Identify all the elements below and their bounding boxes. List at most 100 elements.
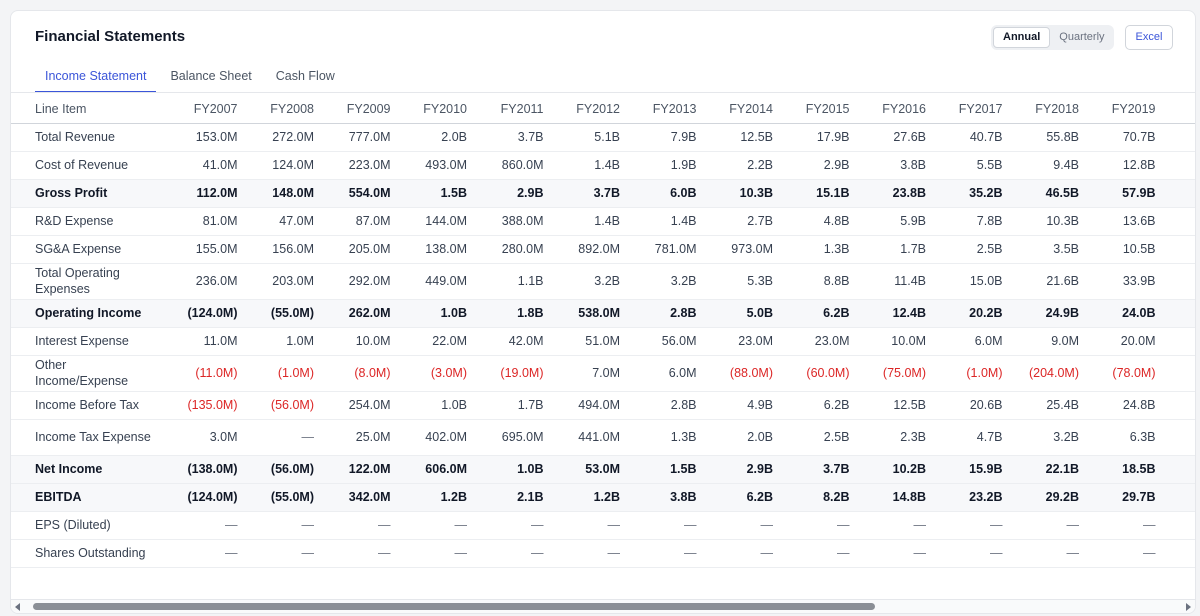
table-cell: 9.4B (1010, 151, 1087, 180)
table-cell: : (1163, 455, 1195, 484)
table-cell: (124.0M) (169, 299, 246, 328)
table-cell: — (322, 511, 399, 540)
table-cell: 538.0M (551, 299, 628, 328)
table-cell: 23.8B (857, 179, 934, 208)
row-label: SG&A Expense (11, 235, 169, 264)
tab-balance-sheet[interactable]: Balance Sheet (160, 67, 261, 93)
table-cell: 6.3B (1087, 419, 1164, 456)
table-cell: 112.0M (169, 179, 246, 208)
table-cell: 3.2B (628, 263, 705, 300)
table-row: Cost of Revenue 41.0M 124.0M 223.0M 493.0M 86… (11, 151, 1195, 180)
table-cell: 11.4B (857, 263, 934, 300)
table-cell: 29.2B (1010, 483, 1087, 512)
row-label: Cost of Revenue (11, 151, 169, 180)
table-cell: 2.5B (781, 419, 858, 456)
table-cell: 47.0M (245, 207, 322, 236)
statement-tabs: Income Statement Balance Sheet Cash Flow (35, 67, 349, 93)
table-cell: 144.0M (398, 207, 475, 236)
table-cell: 1.8B (475, 299, 552, 328)
table-cell: 777.0M (322, 123, 399, 152)
table-cell: 25.0M (322, 419, 399, 456)
column-header-year: FY2016 (857, 95, 934, 124)
table-cell: 153.0M (169, 123, 246, 152)
table-cell: 2.9B (475, 179, 552, 208)
page-title: Financial Statements (35, 28, 186, 45)
table-cell: 236.0M (169, 263, 246, 300)
table-cell: 33.9B (1087, 263, 1164, 300)
row-label: Net Income (11, 455, 169, 484)
table-cell: — (628, 511, 705, 540)
tab-cash-flow[interactable]: Cash Flow (266, 67, 345, 93)
table-cell: 1.5B (628, 455, 705, 484)
table-cell: 1.5B (398, 179, 475, 208)
table-cell: 46.5B (1010, 179, 1087, 208)
excel-export-button[interactable]: Excel (1125, 25, 1173, 50)
table-cell: — (169, 539, 246, 568)
table-cell: 3.7B (781, 455, 858, 484)
table-cell: 25.4B (1010, 391, 1087, 420)
column-header-year: FY2007 (169, 95, 246, 124)
table-cell: — (245, 511, 322, 540)
table-cell: 10.3B (704, 179, 781, 208)
table-cell: 51.0M (551, 327, 628, 356)
table-cell: 4.7B (934, 419, 1011, 456)
table-header-row: Line Item FY2007 FY2008 FY2009 FY2010 FY2011 F… (11, 95, 1195, 124)
table-cell: 70.7B (1087, 123, 1164, 152)
table-cell (1163, 235, 1195, 264)
column-header-year: FY (1163, 95, 1195, 124)
table-cell: 7.0M (551, 355, 628, 392)
table-cell: 15.1B (781, 179, 858, 208)
table-cell: 155.0M (169, 235, 246, 264)
row-label: Income Before Tax (11, 391, 169, 420)
table-cell: 6.2B (781, 299, 858, 328)
table-cell: — (475, 511, 552, 540)
table-cell: 14.8B (857, 483, 934, 512)
table-cell: 203.0M (245, 263, 322, 300)
table-cell: (8.0M) (322, 355, 399, 392)
table-row: SG&A Expense 155.0M 156.0M 205.0M 138.0M 280.… (11, 235, 1195, 264)
horizontal-scrollbar[interactable] (11, 599, 1195, 613)
table-cell: 4.9B (704, 391, 781, 420)
scrollbar-thumb[interactable] (33, 603, 875, 610)
scroll-left-arrow-icon[interactable] (15, 603, 20, 611)
table-cell: 388.0M (475, 207, 552, 236)
table-cell: 2.2B (704, 151, 781, 180)
table-cell: 441.0M (551, 419, 628, 456)
table-cell: : (1163, 299, 1195, 328)
table-cell: 606.0M (398, 455, 475, 484)
table-cell: 22.0M (398, 327, 475, 356)
table-cell: — (781, 539, 858, 568)
table-cell: 8 (1163, 123, 1195, 152)
table-cell: (75.0M) (857, 355, 934, 392)
table-row: Interest Expense 11.0M 1.0M 10.0M 22.0M 42.0M… (11, 327, 1195, 356)
table-cell: — (245, 539, 322, 568)
annual-toggle-button[interactable]: Annual (993, 27, 1051, 48)
table-cell: — (551, 539, 628, 568)
table-cell: (78.0M) (1087, 355, 1164, 392)
table-cell: 449.0M (398, 263, 475, 300)
row-label: Total Operating Expenses (11, 263, 169, 300)
table-cell: (19.0M) (475, 355, 552, 392)
row-label: Shares Outstanding (11, 539, 169, 568)
table-row: Net Income (138.0M) (56.0M) 122.0M 606.0M 1.0… (11, 455, 1195, 484)
tab-income-statement[interactable]: Income Statement (35, 67, 157, 93)
column-header-year: FY2010 (398, 95, 475, 124)
table-cell: 12.5B (704, 123, 781, 152)
table-cell: (88.0M) (704, 355, 781, 392)
table-cell: 5.1B (551, 123, 628, 152)
column-header-year: FY2019 (1087, 95, 1164, 124)
table-cell: — (704, 511, 781, 540)
table-cell: 493.0M (398, 151, 475, 180)
table-cell: 2.5B (934, 235, 1011, 264)
table-cell: 138.0M (398, 235, 475, 264)
table-cell: 695.0M (475, 419, 552, 456)
table-cell: 10.0M (322, 327, 399, 356)
scroll-right-arrow-icon[interactable] (1186, 603, 1191, 611)
table-cell: 15.0B (934, 263, 1011, 300)
table-cell: 12.4B (857, 299, 934, 328)
table-cell: — (322, 539, 399, 568)
table-cell: 18.5B (1087, 455, 1164, 484)
row-label: Other Income/Expense (11, 355, 169, 392)
table-row: EPS (Diluted) — — — — — — — — — — — — — (11, 511, 1195, 540)
quarterly-toggle-button[interactable]: Quarterly (1050, 27, 1113, 48)
